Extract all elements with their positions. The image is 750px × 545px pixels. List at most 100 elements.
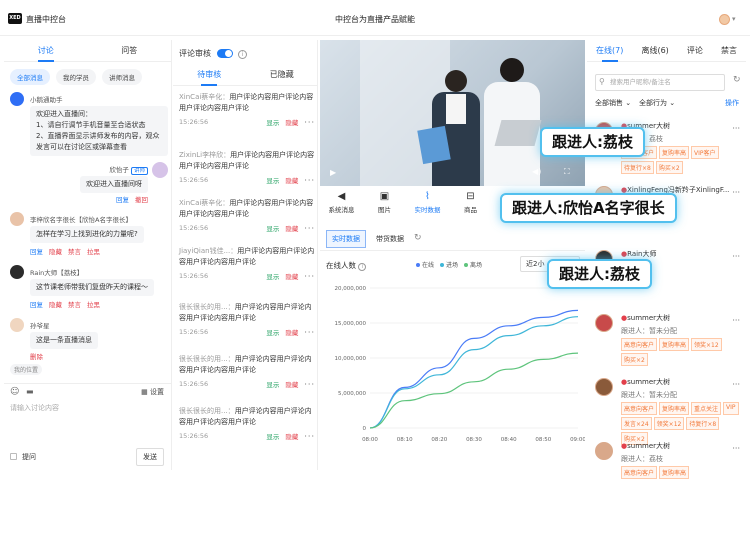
tool-system-message[interactable]: ◀ 系统消息 [320, 190, 363, 222]
chevron-down-icon: ⌄ [669, 99, 676, 107]
review-item: 很长很长的用...：用户评论内容用户评论内容用户评论内容用户评论 15:26:56… [179, 354, 315, 391]
emoji-icon[interactable]: ☺ [10, 387, 19, 397]
tool-image[interactable]: ▣ 图片 [363, 190, 406, 222]
hide-button[interactable]: 隐藏 [285, 273, 298, 281]
viewer-tag: 发言×24 [621, 417, 652, 430]
more-icon[interactable]: ··· [732, 188, 740, 197]
user-avatar[interactable] [719, 14, 730, 25]
more-icon[interactable]: ··· [732, 380, 740, 389]
delete-button[interactable]: 删除 [30, 353, 43, 361]
send-button[interactable]: 发送 [136, 448, 164, 466]
teacher-badge: 讲师 [130, 167, 148, 175]
review-item: ZixinLi李梓欣：用户评论内容用户评论内容用户评论内容用户评论 15:26:5… [179, 150, 315, 187]
tool-products[interactable]: ⊟ 商品 [449, 190, 492, 222]
fullscreen-icon[interactable]: ⛶ [564, 167, 570, 177]
more-icon[interactable]: ··· [732, 316, 740, 325]
tab-hidden[interactable]: 已隐藏 [246, 64, 319, 85]
reply-button[interactable]: 回复 [116, 196, 129, 204]
discussion-input[interactable]: 请输入讨论内容 [10, 403, 59, 413]
more-icon[interactable]: ··· [304, 380, 315, 389]
viewer-item[interactable]: ●summer大树 跟进人：暂未分配 高意向客户 复购率高 重点关注 VIP 发言×24 领奖… [587, 372, 746, 445]
volume-icon[interactable]: ◀) [532, 167, 541, 176]
tab-comments[interactable]: 评论 [683, 40, 707, 61]
recall-button[interactable]: 撤回 [135, 196, 148, 204]
mute-button[interactable]: 禁言 [68, 301, 81, 309]
tab-pending[interactable]: 待审核 [173, 64, 246, 86]
reply-button[interactable]: 回复 [30, 301, 43, 309]
live-video[interactable]: ▶ ◀) ⛶ [320, 40, 585, 186]
show-button[interactable]: 显示 [266, 329, 279, 337]
more-icon[interactable]: ··· [304, 118, 315, 127]
tab-discussion[interactable]: 讨论 [4, 40, 88, 62]
viewer-item[interactable]: ●summer大树 跟进人：荔枝 高意向客户 复购率高 ··· [587, 436, 746, 492]
message-bubble: 怎样在学习上找到进化的力量呢? [30, 226, 144, 243]
tab-qa[interactable]: 问答 [88, 40, 172, 61]
behavior-filter[interactable]: 全部行为 ⌄ [639, 98, 675, 108]
subtab-sales[interactable]: 带货数据 [370, 230, 410, 248]
subtab-realtime[interactable]: 实时数据 [326, 230, 366, 248]
block-button[interactable]: 拉黑 [87, 248, 100, 256]
hide-button[interactable]: 隐藏 [285, 177, 298, 185]
more-icon[interactable]: ··· [732, 444, 740, 453]
refresh-icon[interactable]: ↻ [414, 230, 422, 248]
more-icon[interactable]: ··· [732, 124, 740, 133]
block-button[interactable]: 拉黑 [87, 301, 100, 309]
more-icon[interactable]: ··· [304, 272, 315, 281]
info-icon[interactable]: i [358, 263, 367, 271]
review-item: XinCai蔡辛化：用户评论内容用户评论内容用户评论内容用户评论 15:26:56… [179, 92, 315, 129]
folder-icon[interactable]: ▬ [26, 387, 34, 396]
tab-online[interactable]: 在线(7) [592, 40, 627, 62]
hide-button[interactable]: 隐藏 [285, 119, 298, 127]
filter-my-students[interactable]: 我的学员 [56, 69, 96, 85]
show-button[interactable]: 显示 [266, 433, 279, 441]
filter-teacher[interactable]: 讲师消息 [102, 69, 142, 85]
hide-button[interactable]: 隐藏 [285, 225, 298, 233]
filter-all[interactable]: 全部消息 [10, 69, 50, 85]
info-icon[interactable]: i [238, 50, 248, 59]
viewer-item[interactable]: ●summer大树 跟进人：暂未分配 高意向客户 复购率高 领奖×12 购买×2 ··· [587, 308, 746, 366]
show-button[interactable]: 显示 [266, 273, 279, 281]
x-tick-label: 08:10 [397, 437, 413, 443]
viewer-search-input[interactable]: 搜索用户昵称/备注名 [595, 74, 725, 91]
hide-button[interactable]: 隐藏 [285, 381, 298, 389]
tab-muted[interactable]: 禁言 [717, 40, 741, 61]
sender-name: 李梓欣名字很长【欣怡A名字很长】 [30, 216, 132, 224]
review-item: XinCai蔡辛化：用户评论内容用户评论内容用户评论内容用户评论 15:26:56… [179, 198, 315, 235]
show-button[interactable]: 显示 [266, 381, 279, 389]
review-time: 15:26:56 [179, 432, 209, 440]
play-icon[interactable]: ▶ [330, 168, 336, 177]
show-button[interactable]: 显示 [266, 119, 279, 127]
hide-button[interactable]: 隐藏 [49, 301, 62, 309]
more-icon[interactable]: ··· [732, 252, 740, 261]
viewer-follow: 跟进人：暂未分配 [621, 327, 677, 335]
hide-button[interactable]: 隐藏 [49, 248, 62, 256]
operation-button[interactable]: 操作 [725, 98, 739, 108]
show-button[interactable]: 显示 [266, 225, 279, 233]
review-toggle[interactable] [216, 49, 233, 58]
hide-button[interactable]: 隐藏 [285, 433, 298, 441]
center-panel: ▶ ◀) ⛶ ◀系统消息 ▣图片 ⌇实时数据 ⊟商品 ▭评 实时数据 带货数据 … [320, 40, 585, 470]
mute-button[interactable]: 禁言 [68, 248, 81, 256]
review-time: 15:26:56 [179, 176, 209, 184]
chevron-down-icon[interactable]: ▾ [732, 15, 736, 23]
tab-offline[interactable]: 离线(6) [637, 40, 672, 61]
reply-button[interactable]: 回复 [30, 248, 43, 256]
chevron-down-icon: ⌄ [625, 99, 632, 107]
series-line-在线 [369, 309, 579, 429]
more-icon[interactable]: ··· [304, 328, 315, 337]
more-icon[interactable]: ··· [304, 176, 315, 185]
hide-button[interactable]: 隐藏 [285, 329, 298, 337]
more-icon[interactable]: ··· [304, 224, 315, 233]
sales-filter[interactable]: 全部销售 ⌄ [595, 98, 631, 108]
y-tick-label: 15,000,000 [335, 321, 367, 327]
question-checkbox[interactable] [10, 453, 17, 460]
review-nick: ZixinLi李梓欣： [179, 151, 231, 159]
show-button[interactable]: 显示 [266, 177, 279, 185]
viewer-tag: 购买×2 [621, 353, 648, 366]
online-users-chart: 20,000,000 15,000,000 10,000,000 5,000,000 0… [335, 286, 586, 443]
settings-button[interactable]: ▦ 设置 [141, 387, 164, 397]
review-time: 15:26:56 [179, 224, 209, 232]
tool-realtime-data[interactable]: ⌇ 实时数据 [406, 190, 449, 222]
refresh-icon[interactable]: ↻ [733, 75, 741, 85]
more-icon[interactable]: ··· [304, 432, 315, 441]
